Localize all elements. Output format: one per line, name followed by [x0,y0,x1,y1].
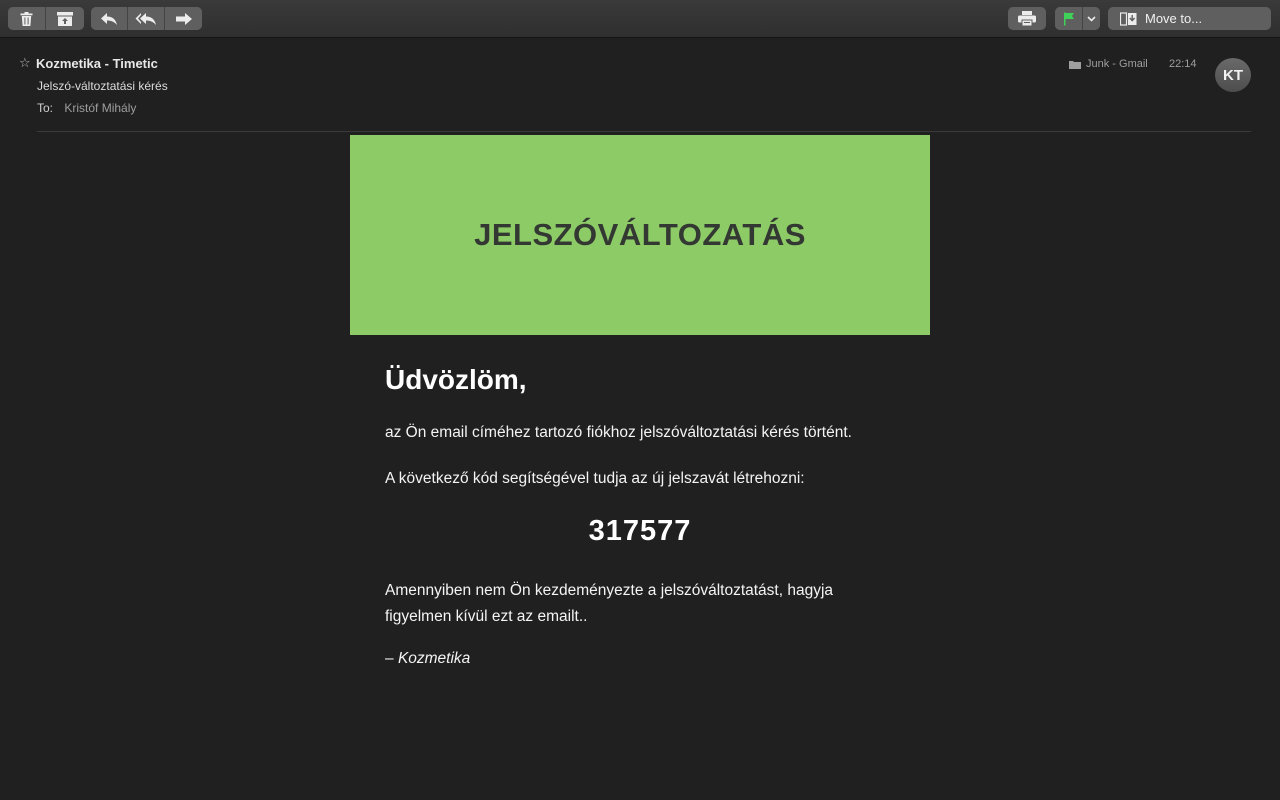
archive-icon [57,11,73,26]
subject: Jelszó-változtatási kérés [37,79,168,93]
avatar: KT [1215,58,1251,92]
recipient-name[interactable]: Kristóf Mihály [64,101,136,115]
signature-name: Kozmetika [397,650,471,667]
folder-indicator: Junk - Gmail [1069,58,1148,70]
print-icon [1018,11,1036,26]
forward-button[interactable] [165,7,202,30]
email-paragraph-1: az Ön email címéhez tartozó fiókhoz jels… [385,424,852,441]
banner-title: JELSZÓVÁLTOZATÁS [474,217,806,252]
reply-icon [101,12,117,25]
signature-dash: – [385,650,398,667]
trash-icon [20,11,33,26]
recipient-row: To: Kristóf Mihály [37,101,136,115]
verification-code: 317577 [588,515,692,547]
print-group [1008,7,1046,30]
reply-all-icon [135,12,156,25]
folder-label: Junk - Gmail [1086,58,1148,70]
message-time: 22:14 [1169,58,1197,70]
reply-button[interactable] [91,7,128,30]
flag-icon [1063,12,1074,25]
star-icon[interactable]: ☆ [19,56,31,71]
email-signature: – Kozmetika [385,650,470,668]
email-paragraph-3: Amennyiben nem Ön kezdeményezte a jelszó… [385,582,834,625]
to-label: To: [37,101,54,115]
move-to-label: Move to... [1145,11,1203,26]
archive-button[interactable] [46,7,84,30]
reply-all-button[interactable] [128,7,165,30]
delete-button[interactable] [8,7,46,30]
flag-group [1055,7,1100,30]
toolbar: Move to... [0,0,1280,38]
move-to-icon [1120,11,1137,26]
flag-menu-button[interactable] [1083,7,1100,30]
folder-icon [1069,60,1081,69]
email-greeting: Üdvözlöm, [385,364,527,395]
move-to-button[interactable]: Move to... [1108,7,1271,30]
reply-group [91,7,202,30]
chevron-down-icon [1087,15,1096,22]
delete-archive-group [8,7,84,30]
forward-icon [175,12,192,25]
print-button[interactable] [1008,7,1046,30]
flag-button[interactable] [1055,7,1083,30]
sender-name: Kozmetika - Timetic [36,56,158,71]
email-paragraph-2: A következő kód segítségével tudja az új… [385,470,805,487]
header-divider [37,131,1251,132]
email-banner: JELSZÓVÁLTOZATÁS [350,135,930,335]
